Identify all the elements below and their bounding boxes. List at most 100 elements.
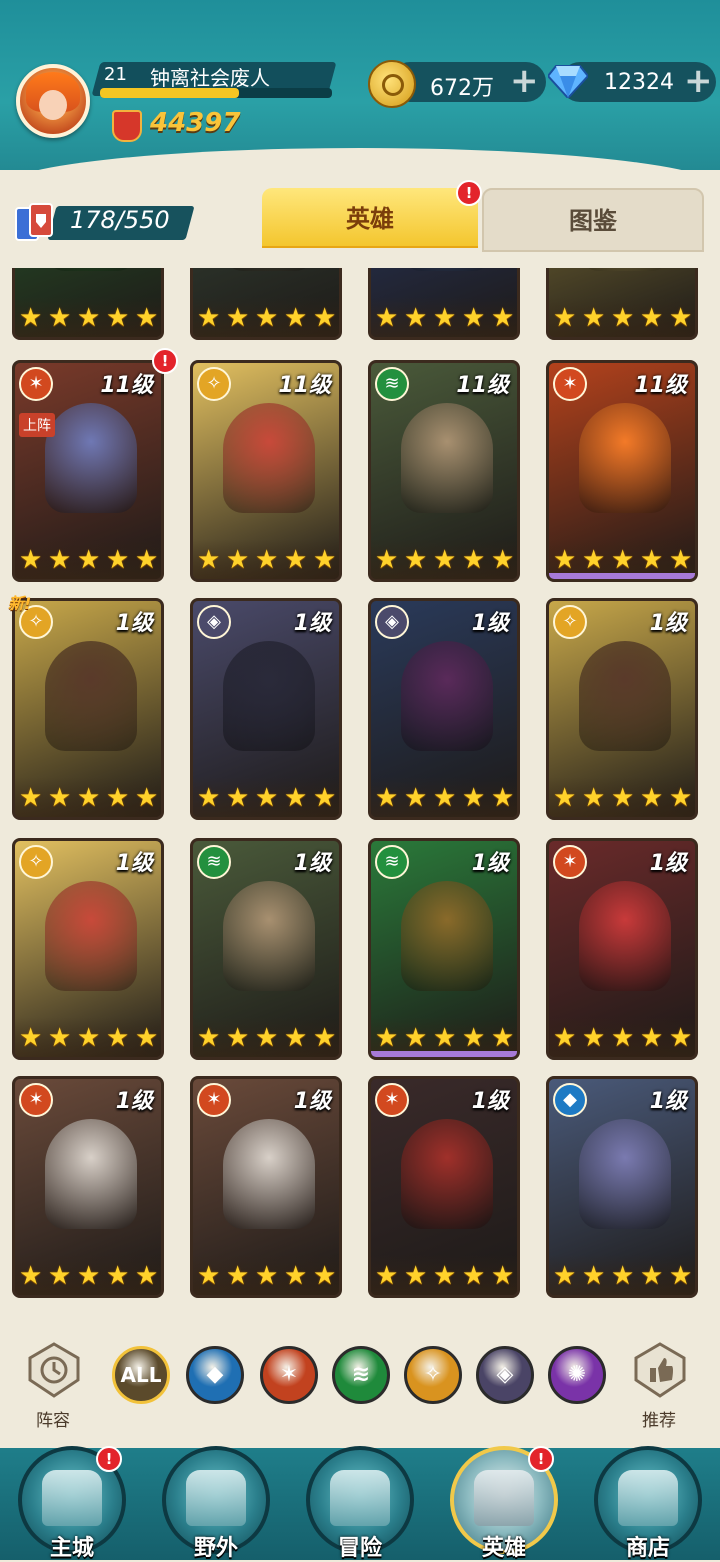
gold-coin-icon <box>368 60 416 108</box>
hero-card[interactable]: ✶ 1级 ★ ★ ★ ★ ★ <box>190 1076 342 1298</box>
helmet-icon <box>474 1470 534 1526</box>
tab-heroes[interactable]: 英雄 <box>262 188 478 248</box>
water-element-icon: ◆ <box>206 1362 224 1387</box>
star-icon: ★ <box>284 1023 308 1053</box>
light-element-icon: ✧ <box>423 1362 443 1387</box>
recommend-label: 推荐 <box>642 1411 676 1431</box>
fire-element-icon: ✶ <box>197 1083 231 1117</box>
star-icon: ★ <box>19 1261 43 1291</box>
hero-card[interactable]: ✧★★★★★ <box>546 268 698 340</box>
formation-label: 阵容 <box>36 1411 70 1431</box>
green-element-icon: ≋ <box>351 1362 371 1387</box>
hero-portrait <box>45 641 137 751</box>
hero-level: 11级 <box>634 373 687 398</box>
hero-level: 1级 <box>115 611 153 636</box>
dark-element-icon: ◈ <box>496 1362 514 1387</box>
dark-element-icon: ◈ <box>375 605 409 639</box>
hero-card[interactable]: ≋ 11级 ★ ★ ★ ★ ★ <box>368 360 520 582</box>
hero-level: 1级 <box>115 1089 153 1114</box>
hero-card[interactable]: ◆★★★★★ <box>368 268 520 340</box>
star-icon: ★ <box>135 1261 159 1291</box>
hero-card[interactable]: ✶★★★★★ <box>12 268 164 340</box>
star-icon: ★ <box>48 545 72 575</box>
star-icon: ★ <box>582 1261 606 1291</box>
hero-card[interactable]: ✧ 11级 ★ ★ ★ ★ ★ <box>190 360 342 582</box>
hero-level: 11级 <box>278 373 331 398</box>
star-rating: ★ ★ ★ ★ ★ <box>193 777 339 817</box>
star-icon: ★ <box>284 1261 308 1291</box>
gold-amount: 672万 <box>430 76 494 101</box>
sword-icon <box>330 1470 390 1526</box>
star-icon: ★ <box>48 1023 72 1053</box>
hero-card[interactable]: ◆ 1级 ★ ★ ★ ★ ★ <box>546 1076 698 1298</box>
star-rating: ★ ★ ★ ★ ★ <box>15 777 161 817</box>
star-icon: ★ <box>77 1023 101 1053</box>
star-icon: ★ <box>462 1261 486 1291</box>
hero-card[interactable]: ◈ 1级 ★ ★ ★ ★ ★ <box>368 598 520 820</box>
hero-card[interactable]: ✧ 1级 ★ ★ ★ ★ ★ <box>546 598 698 820</box>
star-icon: ★ <box>255 1023 279 1053</box>
star-rating: ★ ★ ★ ★ ★ <box>193 297 339 337</box>
hero-card[interactable]: ✶ 11级 ★ ★ ★ ★ ★ <box>546 360 698 582</box>
player-avatar[interactable] <box>16 64 90 138</box>
star-icon: ★ <box>197 783 221 813</box>
hero-level: 11级 <box>100 373 153 398</box>
star-icon: ★ <box>313 303 337 333</box>
hero-card[interactable]: ✶ 1级 ★ ★ ★ ★ ★ <box>546 838 698 1060</box>
filter-arcane-button[interactable]: ✺ <box>548 1346 606 1404</box>
star-icon: ★ <box>491 1261 515 1291</box>
hero-card[interactable]: ≋ 1级 ★ ★ ★ ★ ★ <box>368 838 520 1060</box>
hero-portrait <box>45 268 137 271</box>
fire-element-icon: ✶ <box>19 367 53 401</box>
hero-card[interactable]: ✶ 1级 ★ ★ ★ ★ ★ <box>12 1076 164 1298</box>
star-icon: ★ <box>553 545 577 575</box>
star-icon: ★ <box>640 783 664 813</box>
nav-alert-badge: ! <box>528 1446 554 1472</box>
star-icon: ★ <box>491 1023 515 1053</box>
xp-bar-fill <box>100 88 240 98</box>
hero-portrait <box>401 403 493 513</box>
hero-level: 11级 <box>456 373 509 398</box>
star-rating: ★ ★ ★ ★ ★ <box>371 777 517 817</box>
add-gems-button[interactable]: + <box>684 64 713 98</box>
star-icon: ★ <box>404 303 428 333</box>
filter-dark-button[interactable]: ◈ <box>476 1346 534 1404</box>
hero-portrait <box>401 268 493 271</box>
filter-green-button[interactable]: ≋ <box>332 1346 390 1404</box>
star-icon: ★ <box>77 1261 101 1291</box>
player-name: 钟离社会废人 <box>150 66 270 90</box>
recommend-icon[interactable] <box>630 1340 690 1400</box>
star-icon: ★ <box>48 1261 72 1291</box>
star-icon: ★ <box>19 303 43 333</box>
add-gold-button[interactable]: + <box>510 64 539 98</box>
hero-card[interactable]: ✶ 1级 ★ ★ ★ ★ ★ <box>368 1076 520 1298</box>
star-icon: ★ <box>640 545 664 575</box>
star-icon: ★ <box>491 545 515 575</box>
filter-water-button[interactable]: ◆ <box>186 1346 244 1404</box>
star-icon: ★ <box>433 1261 457 1291</box>
nav-alert-badge: ! <box>96 1446 122 1472</box>
hero-card[interactable]: ✶ 11级 上阵 ★ ★ ★ ★ ★ <box>12 360 164 582</box>
filter-all-button[interactable]: ALL <box>112 1346 170 1404</box>
star-rating: ★ ★ ★ ★ ★ <box>549 1255 695 1295</box>
star-icon: ★ <box>255 1261 279 1291</box>
hero-card[interactable]: ✧ 1级 ★ ★ ★ ★ ★ <box>12 838 164 1060</box>
hero-card[interactable]: ≋ 1级 ★ ★ ★ ★ ★ <box>190 838 342 1060</box>
star-icon: ★ <box>375 783 399 813</box>
star-icon: ★ <box>255 783 279 813</box>
filter-light-button[interactable]: ✧ <box>404 1346 462 1404</box>
hero-card[interactable]: ✧ 1级 ★ ★ ★ ★ ★ <box>12 598 164 820</box>
star-icon: ★ <box>462 303 486 333</box>
hero-card[interactable]: ≋★★★★★ <box>190 268 342 340</box>
light-element-icon: ✧ <box>553 605 587 639</box>
tab-codex[interactable]: 图鉴 <box>482 188 704 252</box>
hero-portrait <box>45 1119 137 1229</box>
hero-portrait <box>579 641 671 751</box>
star-icon: ★ <box>553 1261 577 1291</box>
hero-card[interactable]: ◈ 1级 ★ ★ ★ ★ ★ <box>190 598 342 820</box>
star-rating: ★ ★ ★ ★ ★ <box>549 777 695 817</box>
star-icon: ★ <box>106 545 130 575</box>
formation-icon[interactable] <box>24 1340 84 1400</box>
star-icon: ★ <box>582 1023 606 1053</box>
filter-fire-button[interactable]: ✶ <box>260 1346 318 1404</box>
